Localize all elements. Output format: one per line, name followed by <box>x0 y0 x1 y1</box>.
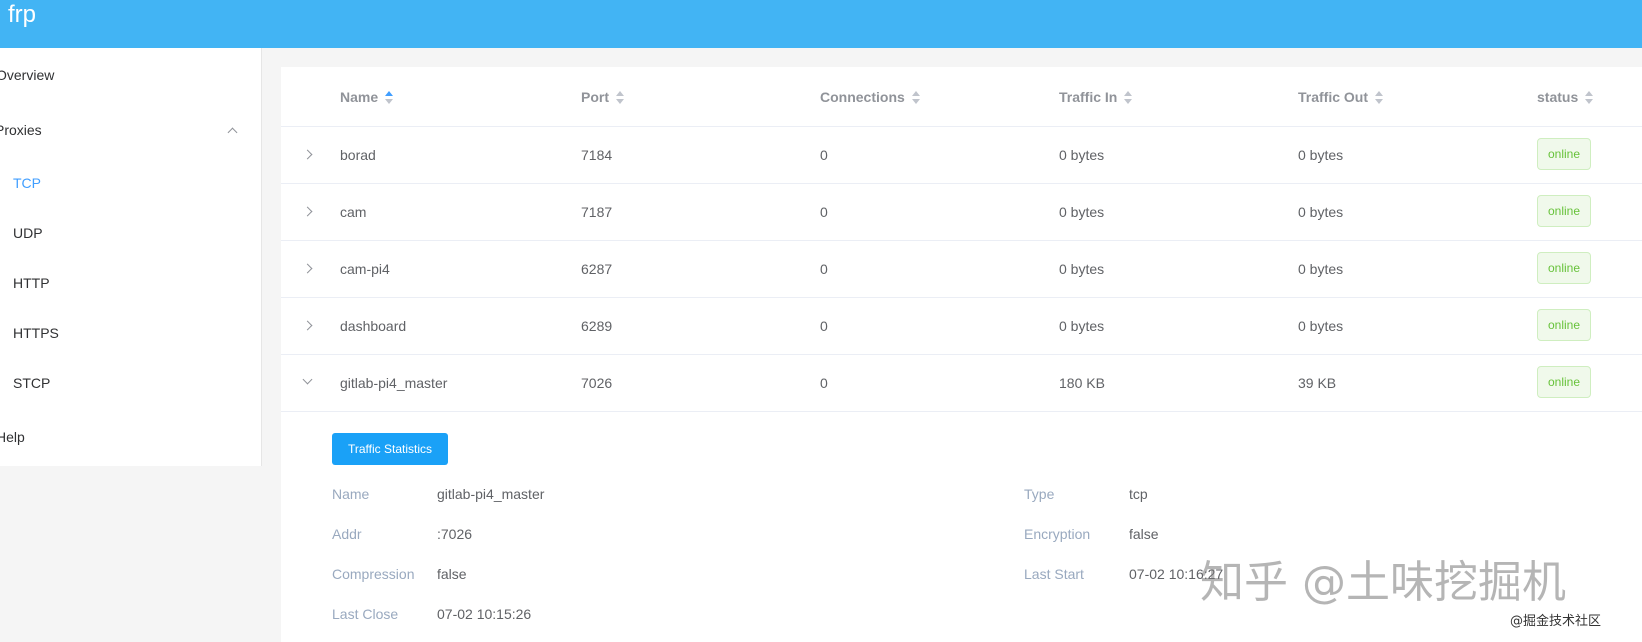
cell-port: 7187 <box>581 204 613 220</box>
header-connections[interactable]: Connections <box>820 89 921 105</box>
detail-label-compression: Compression <box>332 566 415 582</box>
sort-icon[interactable] <box>1584 91 1594 105</box>
cell-port: 7026 <box>581 375 613 391</box>
cell-connections: 0 <box>820 318 828 334</box>
status-badge: online <box>1537 138 1591 170</box>
table-row[interactable]: cam 7187 0 0 bytes 0 bytes online <box>281 183 1642 240</box>
divider <box>281 411 1642 412</box>
app-brand[interactable]: frp <box>8 0 36 30</box>
sort-icon[interactable] <box>384 91 394 105</box>
sidebar-item-overview[interactable]: Overview <box>0 67 54 83</box>
sort-icon[interactable] <box>911 91 921 105</box>
cell-name: cam-pi4 <box>340 261 390 277</box>
cell-traffic-out: 0 bytes <box>1298 261 1344 277</box>
cell-connections: 0 <box>820 147 828 163</box>
sort-icon[interactable] <box>1123 91 1133 105</box>
status-badge: online <box>1537 309 1591 341</box>
sidebar-item-http[interactable]: HTTP <box>13 275 50 291</box>
detail-label-encryption: Encryption <box>1024 526 1091 542</box>
cell-port: 7184 <box>581 147 613 163</box>
top-header: frp <box>0 0 1642 48</box>
cell-traffic-out: 0 bytes <box>1298 318 1344 334</box>
sidebar-item-https[interactable]: HTTPS <box>13 325 59 341</box>
cell-traffic-in: 180 KB <box>1059 375 1105 391</box>
header-traffic-out[interactable]: Traffic Out <box>1298 89 1384 105</box>
cell-traffic-out: 0 bytes <box>1298 204 1344 220</box>
detail-value-last-close: 07-02 10:15:26 <box>437 606 532 622</box>
detail-value-type: tcp <box>1129 486 1148 502</box>
detail-value-compression: false <box>437 566 467 582</box>
cell-name: gitlab-pi4_master <box>340 375 448 391</box>
cell-traffic-out: 39 KB <box>1298 375 1337 391</box>
detail-label-name: Name <box>332 486 370 502</box>
chevron-right-icon[interactable] <box>302 206 313 217</box>
cell-port: 6289 <box>581 318 613 334</box>
detail-value-encryption: false <box>1129 526 1159 542</box>
sort-icon[interactable] <box>615 91 625 105</box>
chevron-up-icon[interactable] <box>227 127 238 138</box>
sidebar-item-proxies[interactable]: Proxies <box>0 122 42 138</box>
cell-name: dashboard <box>340 318 407 334</box>
cell-connections: 0 <box>820 261 828 277</box>
cell-traffic-in: 0 bytes <box>1059 147 1105 163</box>
sidebar-item-help[interactable]: Help <box>0 429 25 445</box>
cell-traffic-in: 0 bytes <box>1059 204 1105 220</box>
chevron-down-icon[interactable] <box>302 374 313 385</box>
status-badge: online <box>1537 252 1591 284</box>
status-badge: online <box>1537 195 1591 227</box>
sort-icon[interactable] <box>1374 91 1384 105</box>
detail-value-addr: :7026 <box>437 526 473 542</box>
cell-name: borad <box>340 147 376 163</box>
chevron-right-icon[interactable] <box>302 149 313 160</box>
cell-traffic-in: 0 bytes <box>1059 261 1105 277</box>
cell-connections: 0 <box>820 204 828 220</box>
sidebar: Overview Proxies TCP UDP HTTP HTTPS STCP… <box>0 48 262 466</box>
chevron-right-icon[interactable] <box>302 263 313 274</box>
detail-label-last-start: Last Start <box>1024 566 1084 582</box>
detail-label-last-close: Last Close <box>332 606 399 622</box>
detail-label-addr: Addr <box>332 526 362 542</box>
cell-connections: 0 <box>820 375 828 391</box>
status-badge: online <box>1537 366 1591 398</box>
watermark: 知乎 @土味挖掘机 <box>1200 557 1566 608</box>
table-row[interactable]: cam-pi4 6287 0 0 bytes 0 bytes online <box>281 240 1642 297</box>
cell-port: 6287 <box>581 261 613 277</box>
sidebar-item-udp[interactable]: UDP <box>13 225 43 241</box>
watermark-sub: @掘金技术社区 <box>1510 614 1602 629</box>
sidebar-item-stcp[interactable]: STCP <box>13 375 50 391</box>
cell-traffic-out: 0 bytes <box>1298 147 1344 163</box>
header-name[interactable]: Name <box>340 89 394 105</box>
header-traffic-in[interactable]: Traffic In <box>1059 89 1133 105</box>
cell-name: cam <box>340 204 367 220</box>
sidebar-item-tcp[interactable]: TCP <box>13 175 41 191</box>
header-port[interactable]: Port <box>581 89 625 105</box>
detail-value-name: gitlab-pi4_master <box>437 486 545 502</box>
table-row[interactable]: borad 7184 0 0 bytes 0 bytes online <box>281 126 1642 183</box>
header-status[interactable]: status <box>1537 89 1594 105</box>
detail-label-type: Type <box>1024 486 1055 502</box>
cell-traffic-in: 0 bytes <box>1059 318 1105 334</box>
traffic-statistics-button[interactable]: Traffic Statistics <box>332 433 448 465</box>
table-row-expanded[interactable]: gitlab-pi4_master 7026 0 180 KB 39 KB on… <box>281 354 1642 411</box>
chevron-right-icon[interactable] <box>302 320 313 331</box>
table-row[interactable]: dashboard 6289 0 0 bytes 0 bytes online <box>281 297 1642 354</box>
